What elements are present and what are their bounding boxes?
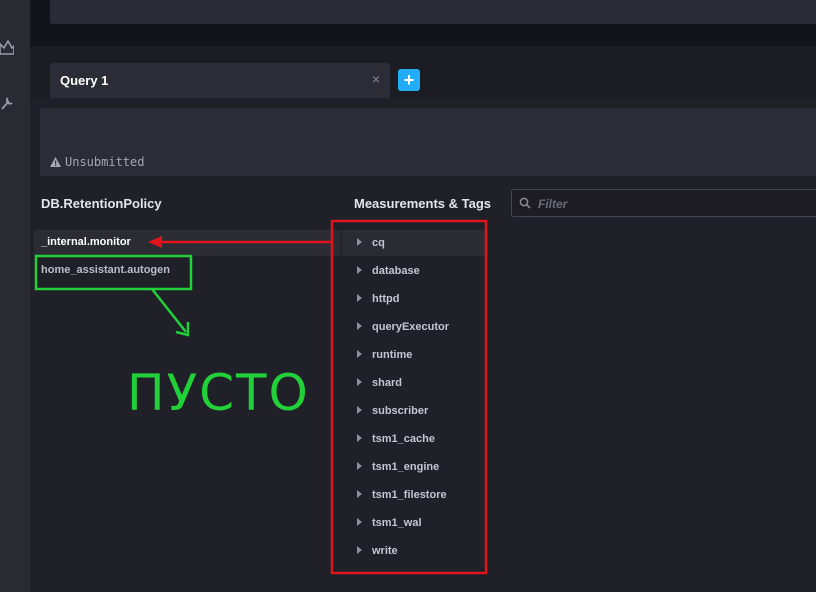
green-highlight-box: [34, 254, 193, 291]
annotation-text: ПУСТО: [127, 364, 310, 422]
red-arrow-head: [148, 236, 162, 248]
annotation-overlay: [34, 219, 488, 575]
red-highlight-box: [330, 219, 488, 575]
green-arrow-line: [151, 288, 187, 333]
